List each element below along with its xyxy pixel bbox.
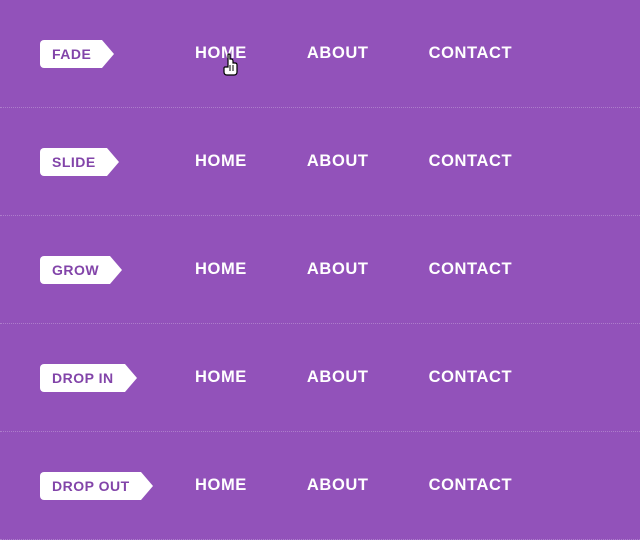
nav-about[interactable]: ABOUT [307, 260, 369, 279]
tag-fade: FADE [40, 40, 102, 68]
tag-col: DROP IN [40, 364, 195, 392]
row-drop-out: DROP OUT HOME ABOUT CONTACT [0, 432, 640, 540]
demo-nav-effects: FADE HOME ABOUT CONTACT SLIDE HOME ABOUT… [0, 0, 640, 538]
nav-home[interactable]: HOME [195, 368, 247, 387]
nav-about[interactable]: ABOUT [307, 152, 369, 171]
nav-links: HOME ABOUT CONTACT [195, 260, 600, 279]
tag-col: FADE [40, 40, 195, 68]
tag-drop-out: DROP OUT [40, 472, 141, 500]
nav-contact[interactable]: CONTACT [429, 368, 513, 387]
nav-home[interactable]: HOME [195, 44, 247, 63]
nav-home[interactable]: HOME [195, 152, 247, 171]
tag-slide: SLIDE [40, 148, 107, 176]
tag-col: SLIDE [40, 148, 195, 176]
nav-about[interactable]: ABOUT [307, 476, 369, 495]
tag-grow: GROW [40, 256, 110, 284]
nav-contact[interactable]: CONTACT [429, 476, 513, 495]
nav-contact[interactable]: CONTACT [429, 260, 513, 279]
row-fade: FADE HOME ABOUT CONTACT [0, 0, 640, 108]
nav-links: HOME ABOUT CONTACT [195, 476, 600, 495]
tag-col: GROW [40, 256, 195, 284]
nav-links: HOME ABOUT CONTACT [195, 368, 600, 387]
nav-about[interactable]: ABOUT [307, 368, 369, 387]
row-grow: GROW HOME ABOUT CONTACT [0, 216, 640, 324]
nav-contact[interactable]: CONTACT [429, 152, 513, 171]
nav-links: HOME ABOUT CONTACT [195, 152, 600, 171]
nav-home[interactable]: HOME [195, 476, 247, 495]
tag-drop-in: DROP IN [40, 364, 125, 392]
nav-about[interactable]: ABOUT [307, 44, 369, 63]
row-slide: SLIDE HOME ABOUT CONTACT [0, 108, 640, 216]
row-drop-in: DROP IN HOME ABOUT CONTACT [0, 324, 640, 432]
tag-col: DROP OUT [40, 472, 195, 500]
nav-links: HOME ABOUT CONTACT [195, 44, 600, 63]
nav-home[interactable]: HOME [195, 260, 247, 279]
nav-contact[interactable]: CONTACT [429, 44, 513, 63]
